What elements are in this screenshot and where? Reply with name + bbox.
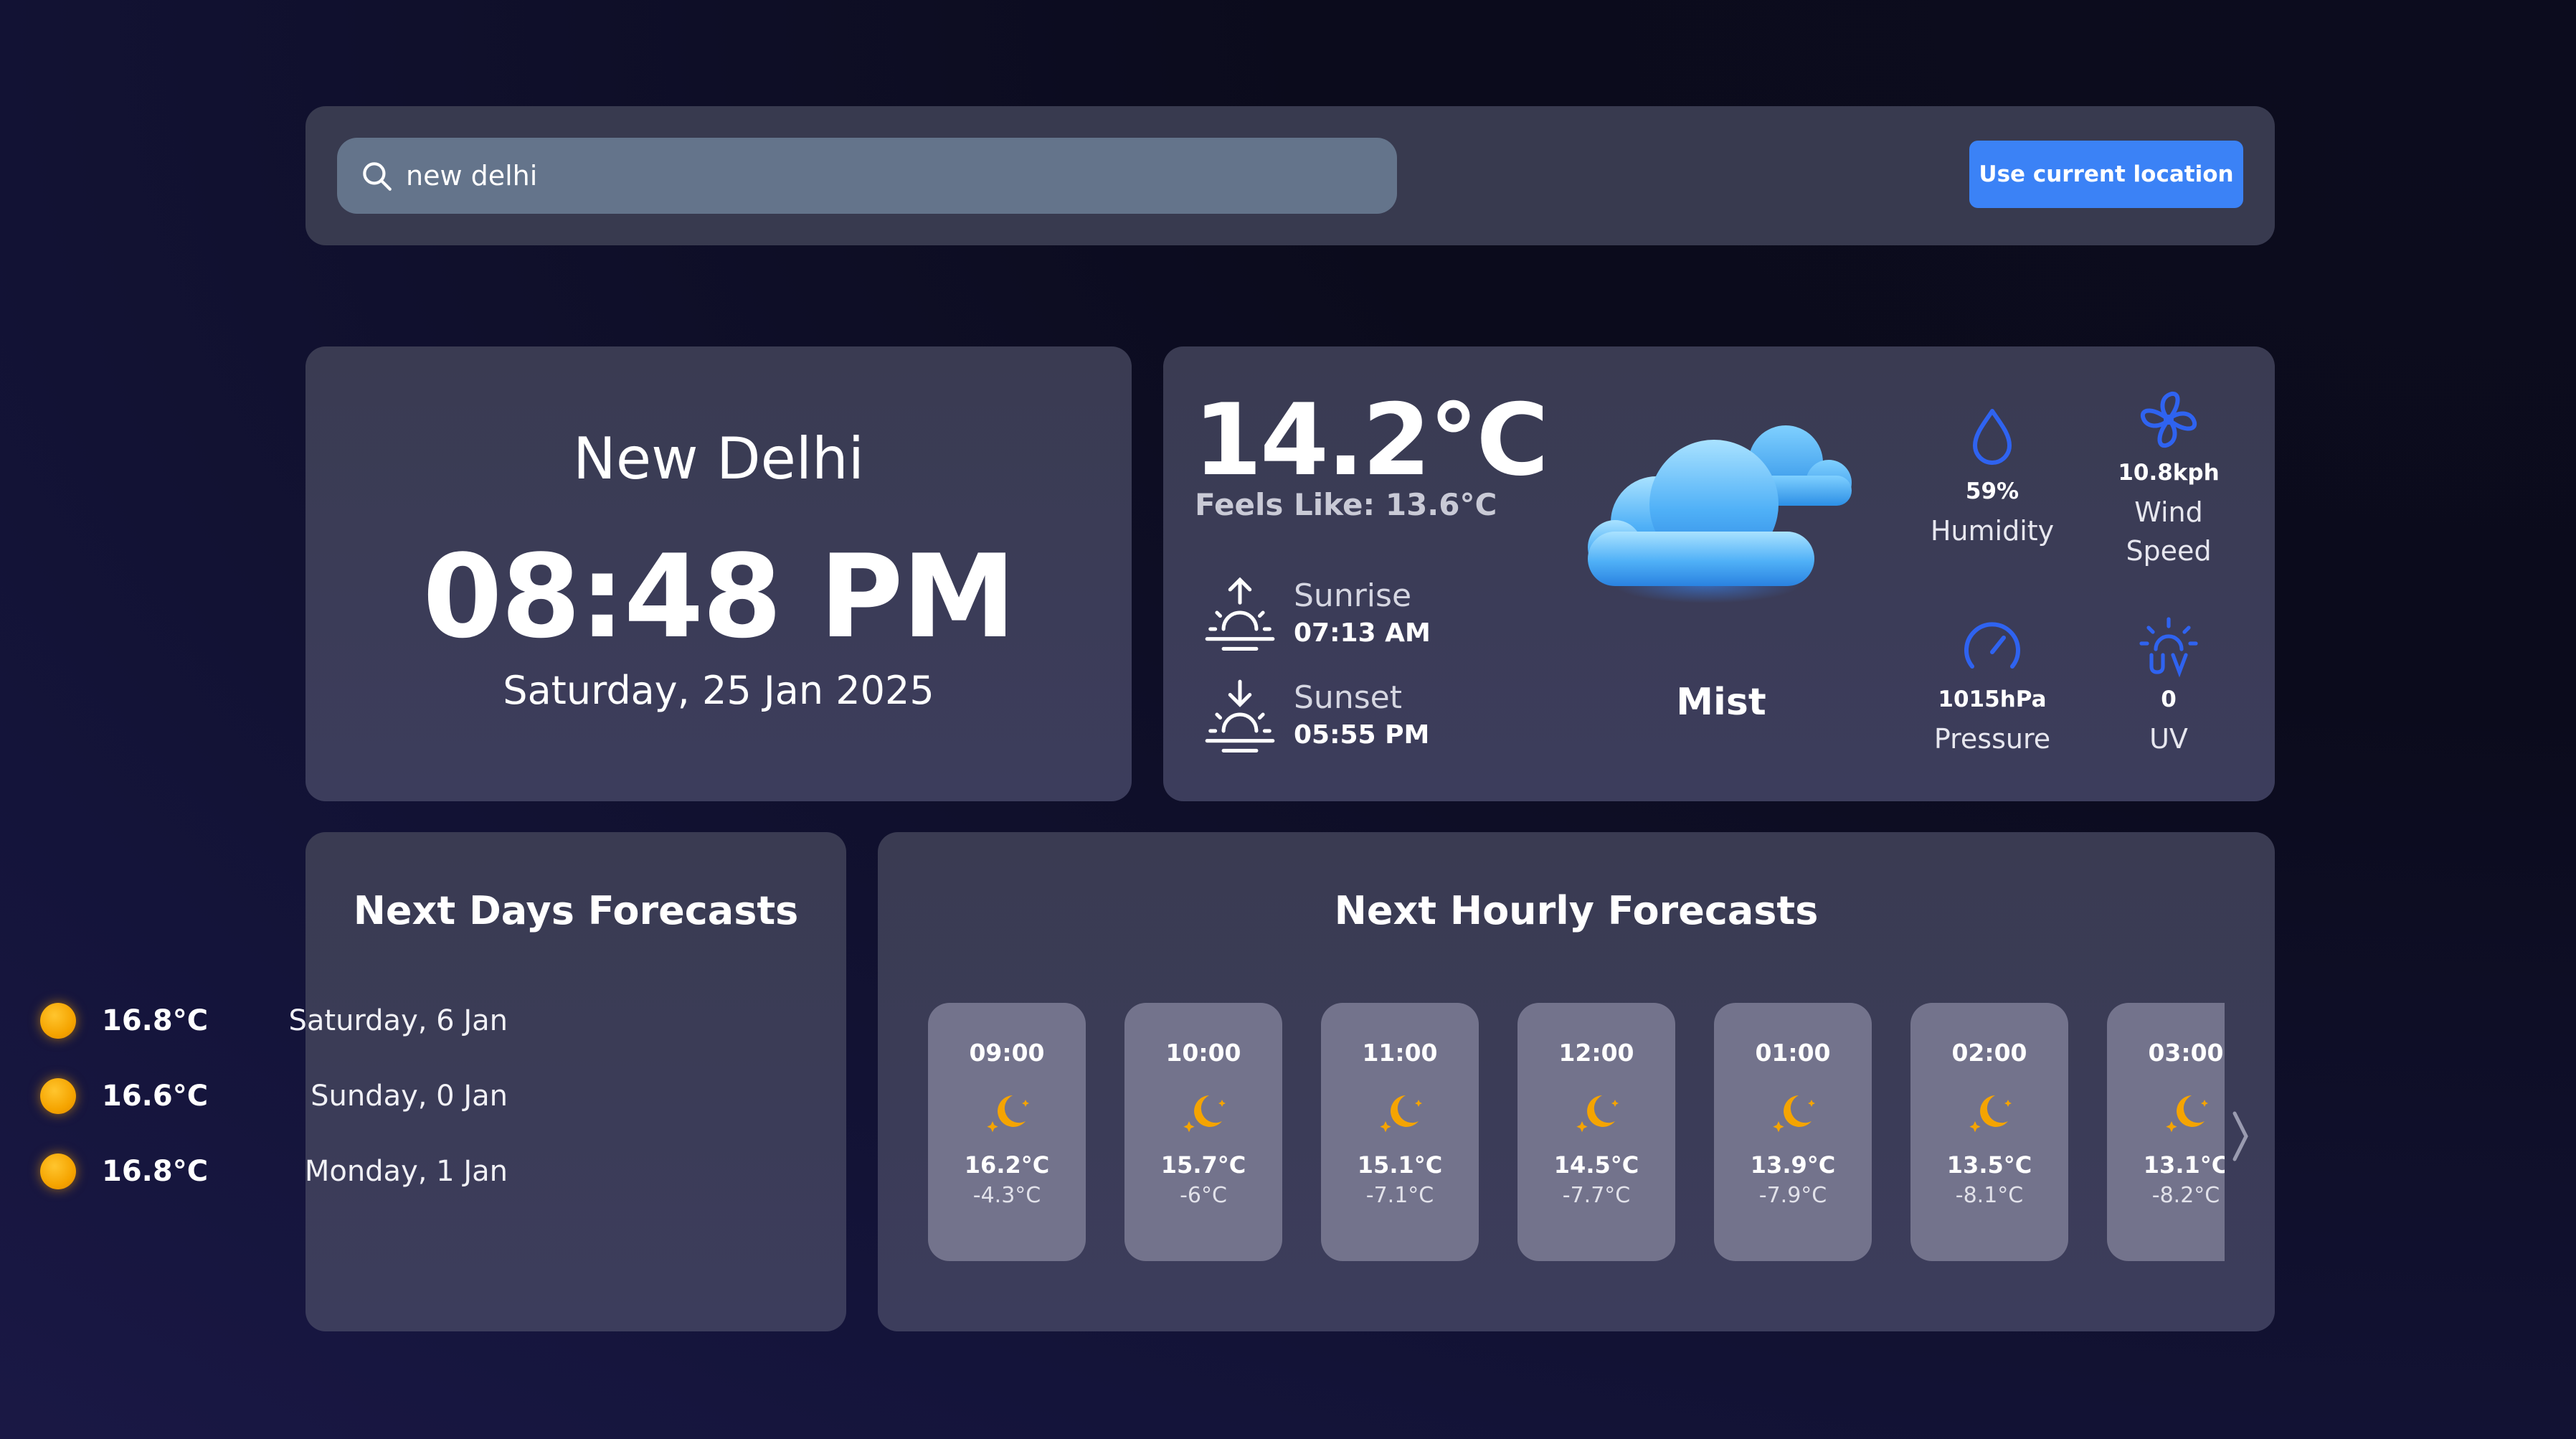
hour-min-temperature: -7.7°C [1562,1183,1631,1208]
weather-condition: Mist [1676,681,1766,724]
hour-card: 12:00 14.5°C -7.7°C [1517,1003,1675,1261]
clock-time: 08:48 PM [422,529,1015,664]
current-weather-card: 14.2°C Feels Like: 13.6°C Sunrise 07:13 … [1163,346,2275,801]
hour-time: 10:00 [1165,1039,1241,1067]
moon-icon [2166,1095,2208,1133]
pressure-value: 1015hPa [1938,687,2047,712]
sunrise-time: 07:13 AM [1294,618,1431,648]
feels-like: Feels Like: 13.6°C [1195,487,1497,522]
humidity-value: 59% [1965,478,2019,504]
moon-icon [1380,1095,1422,1133]
hour-temperature: 15.1°C [1357,1151,1443,1179]
day-forecast-row: 16.8°C Saturday, 6 Jan [40,996,508,1046]
hour-temperature: 13.9°C [1750,1151,1836,1179]
sunset-time: 05:55 PM [1294,720,1430,750]
chevron-right-icon[interactable] [2226,1105,2255,1169]
hour-temperature: 15.7°C [1160,1151,1246,1179]
hour-time: 12:00 [1558,1039,1634,1067]
hour-card: 10:00 15.7°C -6°C [1124,1003,1282,1261]
sunrise-label: Sunrise [1294,577,1412,614]
search-box[interactable] [337,138,1397,214]
day-temperature: 16.8°C [102,1004,209,1037]
day-date: Monday, 1 Jan [304,1155,508,1188]
wind-speed-label: Wind Speed [2083,493,2255,570]
hourly-scroller[interactable]: 09:00 16.2°C -4.3°C 10:00 15.7°C -6°C 11… [928,1003,2225,1261]
hourly-forecast-card: Next Hourly Forecasts 09:00 16.2°C -4.3°… [878,832,2275,1331]
day-forecast-row: 16.6°C Sunday, 0 Jan [40,1071,508,1121]
hour-temperature: 14.5°C [1553,1151,1639,1179]
hour-time: 02:00 [1951,1039,2027,1067]
hour-card: 01:00 13.9°C -7.9°C [1714,1003,1872,1261]
hour-min-temperature: -4.3°C [972,1183,1041,1208]
uv-label: UV [2149,723,2188,755]
hour-min-temperature: -7.1°C [1365,1183,1434,1208]
wind-speed-value: 10.8kph [2118,460,2220,486]
search-bar: Use current location [306,106,2275,245]
current-date: Saturday, 25 Jan 2025 [503,668,934,713]
hour-temperature: 16.2°C [964,1151,1050,1179]
humidity-stat: 59% Humidity [1906,404,2078,550]
moon-icon [1183,1095,1226,1133]
moon-icon [1576,1095,1619,1133]
day-temperature: 16.8°C [102,1155,209,1188]
city-name: New Delhi [573,425,864,492]
sunset-label: Sunset [1294,679,1402,716]
pressure-label: Pressure [1933,723,2051,755]
uv-value: 0 [2161,687,2177,712]
sun-icon [40,1003,76,1039]
hour-min-temperature: -6°C [1180,1183,1227,1208]
moon-icon [987,1095,1029,1133]
droplet-icon [1973,409,2012,465]
wind-speed-stat: 10.8kph Wind Speed [2083,385,2255,570]
hour-time: 09:00 [969,1039,1045,1067]
search-icon [363,162,392,191]
day-temperature: 16.6°C [102,1080,209,1113]
gauge-icon [1964,622,2020,669]
sunset-icon [1205,679,1275,752]
sunrise: Sunrise 07:13 AM [1201,573,1431,652]
sun-icon [40,1153,76,1189]
fan-icon [2140,391,2197,448]
wind-speed-label-line2: Speed [2126,535,2212,567]
hour-card: 02:00 13.5°C -8.1°C [1910,1003,2068,1261]
hour-card: 03:00 13.1°C -8.2°C [2107,1003,2225,1261]
hour-time: 01:00 [1755,1039,1831,1067]
cloud-icon [1588,425,1852,603]
hour-min-temperature: -7.9°C [1758,1183,1827,1208]
hour-time: 11:00 [1362,1039,1438,1067]
current-temperature: 14.2°C [1193,382,1549,498]
sunrise-icon [1205,577,1275,651]
wind-speed-label-line1: Wind [2134,496,2203,528]
hour-min-temperature: -8.2°C [2151,1183,2220,1208]
search-input[interactable] [406,138,1381,214]
hour-temperature: 13.5°C [1946,1151,2032,1179]
moon-icon [1969,1095,2012,1133]
uv-stat: 0 UV [2083,612,2255,758]
humidity-label: Humidity [1930,515,2055,547]
pressure-stat: 1015hPa Pressure [1906,612,2078,758]
hour-time: 03:00 [2148,1039,2224,1067]
use-current-location-button[interactable]: Use current location [1969,141,2243,208]
hour-min-temperature: -8.1°C [1955,1183,2024,1208]
day-date: Sunday, 0 Jan [311,1080,508,1113]
day-date: Saturday, 6 Jan [288,1004,508,1037]
moon-icon [1773,1095,1815,1133]
sun-icon [40,1078,76,1114]
day-forecast-row: 16.8°C Monday, 1 Jan [40,1146,508,1197]
hour-temperature: 13.1°C [2143,1151,2225,1179]
hour-card: 09:00 16.2°C -4.3°C [928,1003,1086,1261]
uv-sun-icon [2139,617,2198,678]
next-days-title: Next Days Forecasts [353,888,799,933]
hourly-title: Next Hourly Forecasts [1334,888,1819,933]
sunset: Sunset 05:55 PM [1201,675,1429,754]
city-clock-card: New Delhi 08:48 PM Saturday, 25 Jan 2025 [306,346,1132,801]
hour-card: 11:00 15.1°C -7.1°C [1321,1003,1479,1261]
